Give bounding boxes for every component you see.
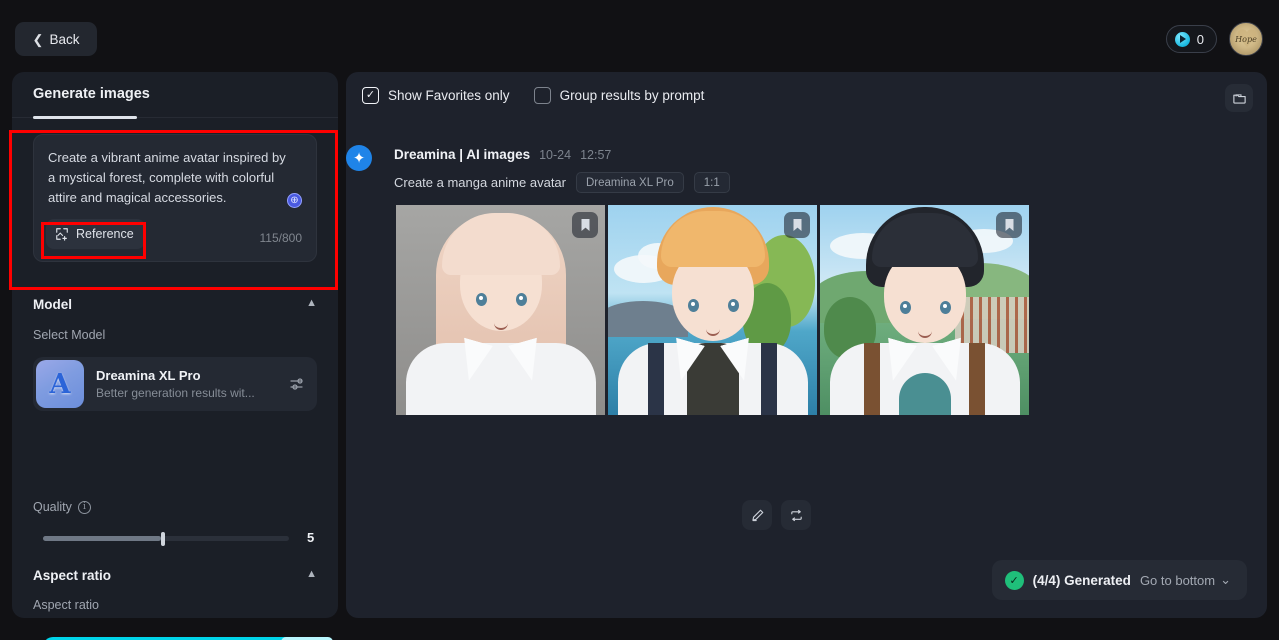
chip-model[interactable]: Dreamina XL Pro [575,172,684,193]
aspect-ratio-label: Aspect ratio [33,598,100,612]
chevron-up-icon[interactable]: ▲ [306,297,317,309]
avatar[interactable]: Hope [1229,22,1263,56]
result-actions [742,500,811,530]
result-prompt: Create a manga anime avatar [394,175,566,190]
filter-group-by-prompt[interactable]: Group results by prompt [533,87,705,104]
filter-label: Show Favorites only [388,88,510,103]
eye-right [516,293,527,306]
bookmark-icon [581,218,589,231]
sidebar-tabs: Generate images [12,72,338,119]
prompt-input[interactable]: Create a vibrant anime avatar inspired b… [48,148,290,208]
coin-icon [1174,31,1190,47]
check-circle-icon: ✓ [1004,570,1024,590]
backpack-strap-right [761,343,777,415]
globe-icon[interactable]: ⊕ [287,193,302,208]
shirt-shape [405,343,596,415]
model-info: Dreamina XL Pro Better generation result… [96,368,289,400]
add-image-icon [56,228,68,241]
chevron-down-icon: ⌄ [1220,572,1231,587]
reference-label: Reference [76,227,134,241]
edit-button[interactable] [742,500,772,530]
quality-slider[interactable] [43,532,289,546]
aspect-section-header[interactable]: Aspect ratio ▲ [33,565,317,585]
eye-right [940,301,951,314]
info-icon[interactable]: i [77,500,91,514]
model-description: Better generation results wit... [96,386,255,400]
result-time: 12:57 [580,148,612,162]
quality-label-row: Quality i [33,500,91,514]
back-label: Back [49,31,80,47]
folder-button[interactable] [1225,84,1253,112]
bookmark-button[interactable] [996,212,1022,238]
reference-button[interactable]: Reference [46,219,145,249]
tab-active-indicator [33,116,137,119]
checkbox-unchecked-icon[interactable] [533,87,551,104]
bookmark-icon [1005,218,1013,231]
regenerate-button[interactable] [781,500,811,530]
dreamina-generate-page: ❮ Back 0 Hope Generate images Create a v… [0,0,1279,640]
brand-name: Dreamina | AI images [394,147,531,162]
filter-label: Group results by prompt [559,88,705,103]
generation-status-pill[interactable]: ✓ (4/4) Generated Go to bottom ⌄ [991,560,1247,600]
pencil-icon [751,509,763,521]
quality-value: 5 [307,530,315,545]
backpack-strap-right [969,343,985,415]
result-header: Dreamina | AI images 10-24 12:57 [394,147,611,162]
chevron-left-icon: ❮ [32,31,44,47]
model-thumbnail: A [36,360,84,408]
tab-generate-images[interactable]: Generate images [33,86,150,102]
aspect-section-title: Aspect ratio [33,567,112,583]
eye-left [476,293,487,306]
model-section-header[interactable]: Model ▲ [33,294,317,314]
credits-badge[interactable]: 0 [1165,25,1217,53]
checkbox-checked-icon[interactable] [362,87,379,104]
chip-ratio[interactable]: 1:1 [693,172,730,193]
eye-right [728,299,739,312]
generation-sidebar: Generate images Create a vibrant anime a… [12,72,338,640]
prompt-box[interactable]: Create a vibrant anime avatar inspired b… [33,134,317,262]
result-date: 10-24 [539,148,572,162]
avatar-label: Hope [1235,34,1257,44]
chevron-up-icon[interactable]: ▲ [306,568,317,580]
eye-left [688,299,699,312]
go-to-bottom-link[interactable]: Go to bottom ⌄ [1140,572,1231,588]
result-meta: Create a manga anime avatar Dreamina XL … [394,172,730,193]
sparkle-icon: ✦ [346,145,372,171]
filter-row: Show Favorites only Group results by pro… [362,87,704,104]
credits-value: 0 [1196,31,1204,47]
results-panel: Show Favorites only Group results by pro… [346,72,1267,618]
eye-left [900,301,911,314]
result-image-2[interactable] [608,205,817,415]
char-counter: 115/800 [259,231,303,245]
image-results-row [396,205,1029,415]
slider-thumb[interactable] [161,532,165,546]
bookmark-button[interactable] [784,212,810,238]
folder-icon [1232,93,1246,104]
model-name: Dreamina XL Pro [96,368,201,383]
backpack-strap-left [864,343,880,415]
sliders-icon[interactable] [289,375,307,393]
top-bar: ❮ Back 0 Hope [0,0,1279,72]
bookmark-button[interactable] [572,212,598,238]
loop-icon [790,509,802,521]
result-image-3[interactable] [820,205,1029,415]
select-model-label: Select Model [33,328,106,342]
model-section-title: Model [33,296,72,312]
result-image-1[interactable] [396,205,605,415]
model-selector[interactable]: A Dreamina XL Pro Better generation resu… [33,357,317,411]
bookmark-icon [793,218,801,231]
back-button[interactable]: ❮ Back [15,22,97,56]
status-text: (4/4) Generated [1032,572,1131,588]
go-to-bottom-label: Go to bottom [1139,572,1216,588]
quality-label: Quality [33,500,72,514]
slider-fill [43,536,161,541]
backpack-strap-left [648,343,664,415]
filter-show-favorites[interactable]: Show Favorites only [362,87,510,104]
